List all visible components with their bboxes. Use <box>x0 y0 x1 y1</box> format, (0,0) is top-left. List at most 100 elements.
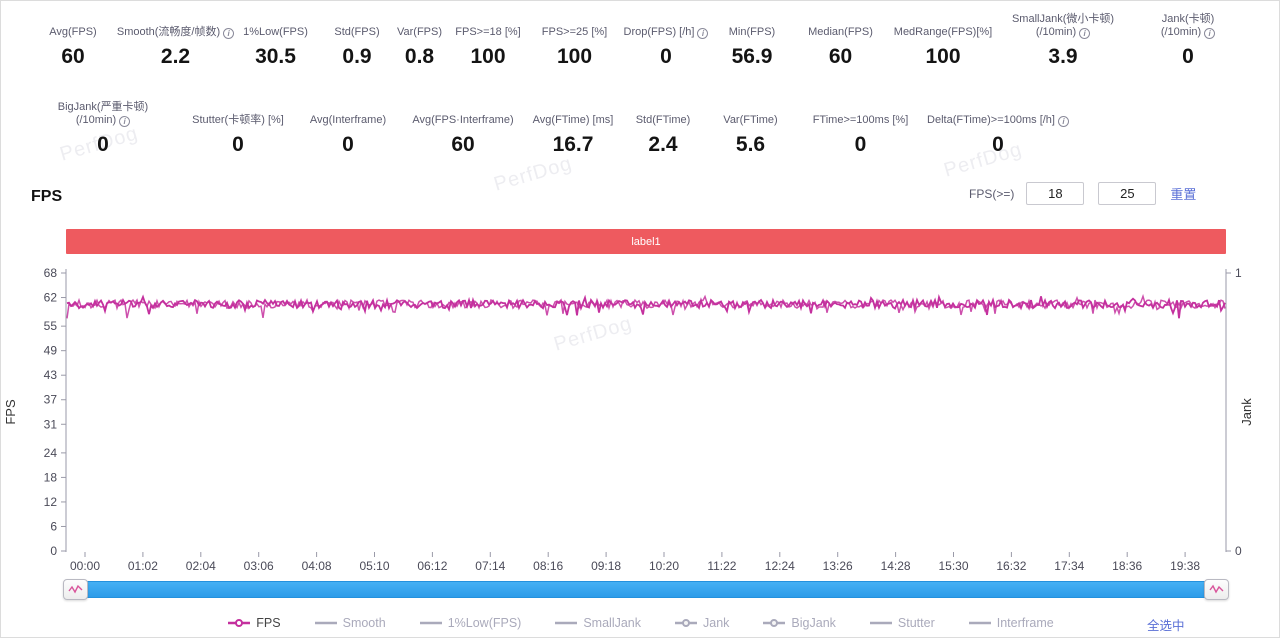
metric-label: Std(FTime) <box>636 97 691 127</box>
y-axis-tick-label: 55 <box>44 319 58 333</box>
legend-item-smooth[interactable]: Smooth <box>315 616 386 630</box>
legend-item-interframe[interactable]: Interframe <box>969 616 1054 630</box>
legend-marker-icon <box>315 618 337 628</box>
metric-label: Smooth(流畅度/帧数) <box>117 9 234 39</box>
legend-label: FPS <box>256 616 280 630</box>
y-axis-right-tick-label: 0 <box>1235 544 1242 558</box>
metric-label-text: FPS>=18 [%] <box>455 26 520 39</box>
metric-value: 16.7 <box>553 133 594 157</box>
x-axis-tick-label: 19:38 <box>1170 559 1200 573</box>
metric-label: Stutter(卡顿率) [%] <box>192 97 284 127</box>
metric-smalljank: SmallJank(微小卡顿)(/10min) 3.9 <box>998 9 1128 69</box>
metric-label: FPS>=25 [%] <box>542 9 607 39</box>
metric-value: 100 <box>470 45 505 69</box>
metric-value: 3.9 <box>1048 45 1077 69</box>
fps-chart-canvas[interactable]: 68625549433731241812601000:0001:0202:040… <box>1 263 1280 579</box>
metric-avg-fps-interframe: Avg(FPS·Interframe) 60 <box>403 97 523 157</box>
legend-item-jank[interactable]: Jank <box>675 616 729 630</box>
fps-threshold2-input[interactable] <box>1098 182 1156 205</box>
legend-item-smalljank[interactable]: SmallJank <box>555 616 641 630</box>
metric-value: 2.2 <box>161 45 190 69</box>
metric-label-text: Jank(卡顿) <box>1162 13 1215 26</box>
metric-label: Jank(卡顿)(/10min) <box>1161 9 1215 39</box>
y-axis-tick-label: 24 <box>44 446 58 460</box>
fps-threshold1-input[interactable] <box>1026 182 1084 205</box>
info-icon[interactable] <box>1058 116 1069 127</box>
metric-value: 60 <box>451 133 474 157</box>
info-icon[interactable] <box>1204 28 1215 39</box>
legend-item-fps[interactable]: FPS <box>228 616 280 630</box>
metric-delta-ftime: Delta(FTime)>=100ms [/h]0 <box>923 97 1073 157</box>
x-axis-tick-label: 14:28 <box>881 559 911 573</box>
metric-value: 2.4 <box>648 133 677 157</box>
info-icon[interactable] <box>1079 28 1090 39</box>
legend-marker-icon <box>763 618 785 628</box>
metric-low1pct-fps: 1%Low(FPS) 30.5 <box>228 9 323 69</box>
metric-label: SmallJank(微小卡顿)(/10min) <box>1012 9 1114 39</box>
metric-label-text: Stutter(卡顿率) [%] <box>192 114 284 127</box>
fps-section-title: FPS <box>31 188 62 206</box>
metric-bigjank: BigJank(严重卡顿)(/10min) 0 <box>23 97 183 157</box>
mini-sparkline-icon <box>68 584 83 595</box>
metric-label-text: BigJank(严重卡顿) <box>58 101 148 114</box>
metric-label: Var(FPS) <box>397 9 442 39</box>
metrics-row-1: Avg(FPS) 60 Smooth(流畅度/帧数) 2.2 1%Low(FPS) 30.… <box>23 9 1248 69</box>
legend-item-1-low-fps-[interactable]: 1%Low(FPS) <box>420 616 522 630</box>
metric-value: 0 <box>855 133 867 157</box>
metric-label-text: FTime>=100ms [%] <box>813 114 909 127</box>
x-axis-tick-label: 11:22 <box>707 559 736 573</box>
select-all-link[interactable]: 全选中 <box>1147 615 1185 634</box>
legend-item-bigjank[interactable]: BigJank <box>763 616 835 630</box>
metric-var-ftime: Var(FTime) 5.6 <box>703 97 798 157</box>
metric-value: 5.6 <box>736 133 765 157</box>
perfdog-fps-page: PerfDogPerfDogPerfDogPerfDog Avg(FPS)60S… <box>0 0 1280 638</box>
legend-item-stutter[interactable]: Stutter <box>870 616 935 630</box>
x-axis-tick-label: 15:30 <box>938 559 968 573</box>
fps-threshold-label: FPS(>=) <box>969 187 1014 201</box>
legend-label: Interframe <box>997 616 1054 630</box>
metric-label: Avg(FPS·Interframe) <box>412 97 513 127</box>
y-axis-tick-label: 31 <box>44 417 58 431</box>
metric-label: Std(FPS) <box>334 9 379 39</box>
metric-jank: Jank(卡顿)(/10min)0 <box>1128 9 1248 69</box>
metric-value: 100 <box>925 45 960 69</box>
x-axis-tick-label: 08:16 <box>533 559 563 573</box>
metric-min-fps: Min(FPS)56.9 <box>711 9 793 69</box>
x-axis-tick-label: 10:20 <box>649 559 679 573</box>
annotation-banner-label: label1 <box>631 236 660 248</box>
annotation-banner: label1 <box>66 229 1226 254</box>
metric-label: FTime>=100ms [%] <box>813 97 909 127</box>
metric-label-text: Median(FPS) <box>808 26 873 39</box>
metric-value: 30.5 <box>255 45 296 69</box>
metric-value: 0 <box>97 133 109 157</box>
metric-label: Drop(FPS) [/h] <box>624 9 709 39</box>
legend-label: SmallJank <box>583 616 641 630</box>
info-icon[interactable] <box>119 116 130 127</box>
metric-label-text: Std(FPS) <box>334 26 379 39</box>
metric-avg-interframe: Avg(Interframe)0 <box>293 97 403 157</box>
legend-label: Smooth <box>343 616 386 630</box>
info-icon[interactable] <box>697 28 708 39</box>
metric-label-text: 1%Low(FPS) <box>243 26 308 39</box>
x-axis-tick-label: 05:10 <box>359 559 389 573</box>
metric-label: Median(FPS) <box>808 9 873 39</box>
metric-stutter: Stutter(卡顿率) [%]0 <box>183 97 293 157</box>
metric-label-text: Avg(FTime) [ms] <box>533 114 614 127</box>
legend-label: Stutter <box>898 616 935 630</box>
scrollbar-handle-right[interactable] <box>1204 579 1229 600</box>
metric-label: Var(FTime) <box>723 97 777 127</box>
perfdog-watermark: PerfDog <box>491 152 575 196</box>
metric-label-text2: (/10min) <box>76 114 130 127</box>
scrollbar-handle-left[interactable] <box>63 579 88 600</box>
metric-label: Avg(FPS) <box>49 9 96 39</box>
metric-label-text: Drop(FPS) [/h] <box>624 26 709 39</box>
metric-label-text2: (/10min) <box>1161 26 1215 39</box>
chart-legend: FPS Smooth 1%Low(FPS) SmallJank Jank BigJank S… <box>1 612 1280 634</box>
chart-range-scrollbar[interactable] <box>66 581 1226 598</box>
x-axis-tick-label: 18:36 <box>1112 559 1142 573</box>
metric-label-text: Min(FPS) <box>729 26 775 39</box>
y-axis-tick-label: 68 <box>44 266 58 280</box>
reset-button[interactable]: 重置 <box>1170 184 1196 203</box>
metric-fps-ge-18: FPS>=18 [%] 100 <box>448 9 528 69</box>
metric-value: 60 <box>829 45 852 69</box>
